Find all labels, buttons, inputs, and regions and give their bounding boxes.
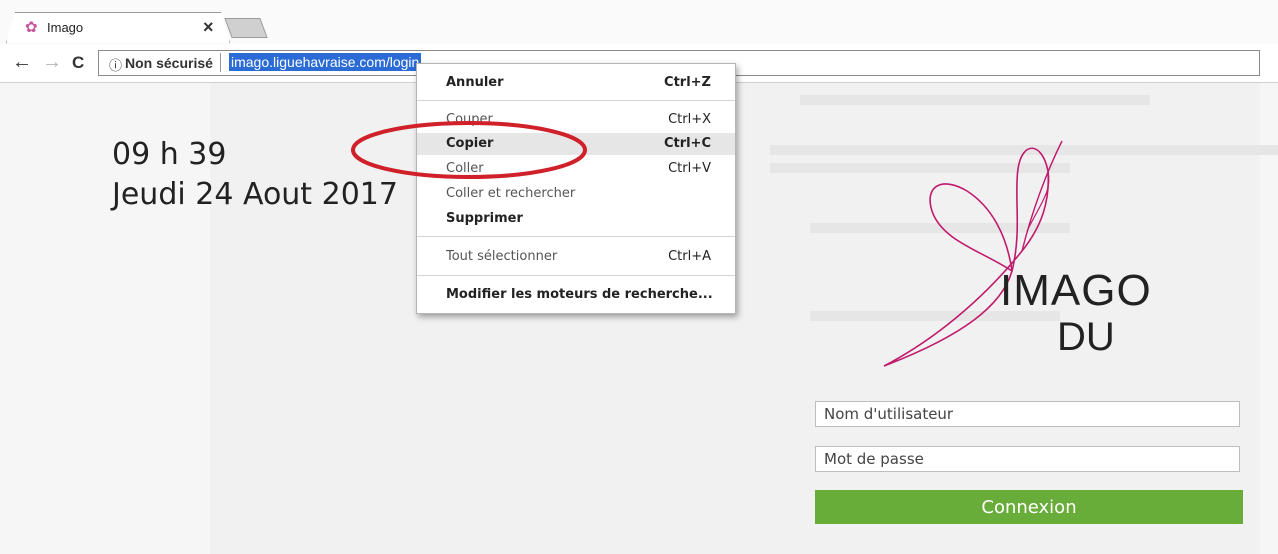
logo-text-line1: IMAGO [1000,266,1152,315]
menu-item-label: Modifier les moteurs de recherche... [446,287,713,302]
context-menu: Annuler Ctrl+Z Couper Ctrl+X Copier Ctrl… [416,63,736,314]
tab-title: Imago [47,20,84,35]
browser-tab[interactable]: ✿ Imago × [6,12,230,43]
menu-item-shortcut: Ctrl+X [668,112,711,127]
menu-separator [417,100,735,101]
new-tab-button[interactable] [224,18,268,38]
menu-item-shortcut: Ctrl+V [668,161,711,176]
menu-separator [417,236,735,237]
tab-strip: ✿ Imago × [0,0,1278,44]
login-button[interactable]: Connexion [815,490,1243,524]
menu-item-supprimer[interactable]: Supprimer [417,208,735,230]
faded-text [800,95,1150,105]
clock-time: 09 h 39 [112,137,227,172]
clock-date: Jeudi 24 Aout 2017 [112,177,398,212]
menu-item-shortcut: Ctrl+A [668,249,711,264]
menu-item-coller-et-rechercher[interactable]: Coller et rechercher [417,183,735,205]
imago-favicon-icon: ✿ [25,19,38,36]
username-field[interactable] [815,401,1240,427]
red-circle-annotation [351,121,587,179]
close-tab-icon[interactable]: × [203,17,214,38]
address-divider [220,53,221,72]
url-text[interactable]: imago.liguehavraise.com/login [229,53,422,71]
menu-item-shortcut: Ctrl+C [663,136,711,151]
info-icon[interactable]: ⓘ [109,55,122,74]
menu-item-tout-selectionner[interactable]: Tout sélectionner Ctrl+A [417,246,735,268]
menu-separator [417,275,735,276]
menu-item-label: Tout sélectionner [446,249,558,264]
back-button[interactable]: ← [12,51,32,74]
menu-item-label: Coller et rechercher [446,186,576,201]
logo-text-line2: DU [1057,315,1115,359]
menu-item-modifier-moteurs[interactable]: Modifier les moteurs de recherche... [417,284,735,306]
reload-button[interactable]: C [72,53,84,73]
menu-item-label: Annuler [446,75,504,90]
forward-button[interactable]: → [42,51,62,74]
password-field[interactable] [815,446,1240,472]
security-label[interactable]: Non sécurisé [125,55,213,71]
menu-item-annuler[interactable]: Annuler Ctrl+Z [417,72,735,94]
menu-item-shortcut: Ctrl+Z [664,75,711,90]
imago-logo-icon [883,140,1063,367]
menu-item-label: Supprimer [446,211,523,226]
